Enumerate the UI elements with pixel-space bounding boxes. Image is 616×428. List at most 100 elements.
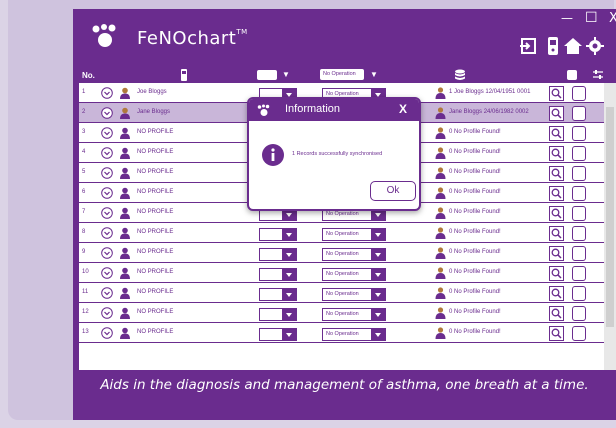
search-icon[interactable]	[549, 146, 564, 161]
row-checkbox[interactable]	[572, 126, 586, 141]
device-icon[interactable]	[543, 36, 563, 56]
exit-icon[interactable]	[519, 36, 539, 56]
operation-filter-dropdown[interactable]: No Operation	[320, 69, 364, 80]
patient-name: NO PROFILE	[137, 249, 174, 255]
operation-dropdown[interactable]: No Operation	[322, 248, 386, 261]
maximize-button[interactable]: ☐	[585, 10, 598, 26]
chevron-down-icon[interactable]	[101, 187, 113, 199]
person-icon	[120, 287, 130, 299]
minimize-button[interactable]: —	[561, 11, 573, 25]
ok-button[interactable]: Ok	[370, 181, 416, 201]
person-icon	[120, 147, 130, 159]
profile-dropdown[interactable]	[259, 268, 297, 281]
person-icon	[120, 247, 130, 259]
dialog-message: 1 Records successfully synchronised	[292, 151, 383, 157]
chevron-down-icon[interactable]	[101, 207, 113, 219]
search-icon[interactable]	[549, 86, 564, 101]
table-row[interactable]: 12 NO PROFILE No Operation 0 No Profile Fou…	[79, 303, 604, 323]
logo-icon	[257, 104, 270, 116]
chevron-down-icon[interactable]: ▼	[282, 70, 290, 79]
select-all-checkbox[interactable]	[567, 70, 577, 80]
person-icon	[120, 107, 130, 119]
search-icon[interactable]	[549, 226, 564, 241]
profile-icon	[435, 247, 446, 259]
profile-match: 0 No Profile Found!	[449, 189, 501, 195]
operation-dropdown[interactable]: No Operation	[322, 228, 386, 241]
chevron-down-icon[interactable]	[101, 147, 113, 159]
row-number: 5	[82, 169, 86, 175]
close-button[interactable]: X	[609, 11, 616, 26]
operation-label: No Operation	[326, 311, 359, 317]
sliders-icon[interactable]	[592, 69, 604, 81]
search-icon[interactable]	[549, 206, 564, 221]
chevron-down-icon[interactable]	[101, 227, 113, 239]
row-checkbox[interactable]	[572, 86, 586, 101]
app-window: FeNOchartTM — ☐ X No. ▼ No Operation ▼ 1…	[73, 9, 616, 420]
row-checkbox[interactable]	[572, 306, 586, 321]
chevron-down-icon[interactable]	[101, 327, 113, 339]
table-row[interactable]: 9 NO PROFILE No Operation 0 No Profile Foun…	[79, 243, 604, 263]
chevron-down-icon[interactable]	[101, 267, 113, 279]
settings-icon[interactable]	[585, 36, 605, 56]
row-checkbox[interactable]	[572, 186, 586, 201]
profile-dropdown[interactable]	[259, 328, 297, 341]
chevron-down-icon[interactable]: ▼	[370, 70, 378, 79]
profile-filter-dropdown[interactable]	[257, 70, 277, 80]
profile-match: 0 No Profile Found!	[449, 169, 501, 175]
patient-name: NO PROFILE	[137, 329, 174, 335]
table-row[interactable]: 8 NO PROFILE No Operation 0 No Profile Foun…	[79, 223, 604, 243]
table-row[interactable]: 13 NO PROFILE No Operation 0 No Profile Fou…	[79, 323, 604, 343]
database-icon	[455, 69, 465, 80]
logo-icon	[92, 24, 116, 47]
profile-dropdown[interactable]	[259, 248, 297, 261]
profile-dropdown[interactable]	[259, 308, 297, 321]
operation-dropdown[interactable]: No Operation	[322, 308, 386, 321]
row-checkbox[interactable]	[572, 326, 586, 341]
person-icon	[120, 167, 130, 179]
search-icon[interactable]	[549, 246, 564, 261]
operation-label: No Operation	[326, 331, 359, 337]
operation-dropdown[interactable]: No Operation	[322, 328, 386, 341]
row-checkbox[interactable]	[572, 286, 586, 301]
row-number: 10	[82, 269, 89, 275]
person-icon	[120, 327, 130, 339]
operation-label: No Operation	[326, 251, 359, 257]
search-icon[interactable]	[549, 126, 564, 141]
chevron-down-icon[interactable]	[101, 107, 113, 119]
profile-dropdown[interactable]	[259, 288, 297, 301]
row-checkbox[interactable]	[572, 206, 586, 221]
search-icon[interactable]	[549, 306, 564, 321]
operation-dropdown[interactable]: No Operation	[322, 268, 386, 281]
chevron-down-icon[interactable]	[101, 167, 113, 179]
table-scrollbar[interactable]	[604, 83, 616, 370]
search-icon[interactable]	[549, 166, 564, 181]
chevron-down-icon[interactable]	[101, 87, 113, 99]
operation-dropdown[interactable]: No Operation	[322, 288, 386, 301]
search-icon[interactable]	[549, 266, 564, 281]
search-icon[interactable]	[549, 186, 564, 201]
patient-name: NO PROFILE	[137, 129, 174, 135]
row-checkbox[interactable]	[572, 146, 586, 161]
row-number: 8	[82, 229, 86, 235]
chevron-down-icon[interactable]	[101, 247, 113, 259]
row-checkbox[interactable]	[572, 226, 586, 241]
search-icon[interactable]	[549, 326, 564, 341]
patient-name: NO PROFILE	[137, 309, 174, 315]
dialog-close-button[interactable]: X	[399, 102, 407, 116]
chevron-down-icon[interactable]	[101, 287, 113, 299]
row-checkbox[interactable]	[572, 246, 586, 261]
scroll-thumb[interactable]	[606, 107, 614, 327]
row-checkbox[interactable]	[572, 166, 586, 181]
profile-dropdown[interactable]	[259, 228, 297, 241]
table-row[interactable]: 11 NO PROFILE No Operation 0 No Profile Fou…	[79, 283, 604, 303]
table-row[interactable]: 10 NO PROFILE No Operation 0 No Profile Fou…	[79, 263, 604, 283]
chevron-down-icon[interactable]	[101, 127, 113, 139]
operation-label: No Operation	[326, 231, 359, 237]
search-icon[interactable]	[549, 106, 564, 121]
row-checkbox[interactable]	[572, 106, 586, 121]
home-icon[interactable]	[563, 36, 583, 56]
row-checkbox[interactable]	[572, 266, 586, 281]
search-icon[interactable]	[549, 286, 564, 301]
profile-match: 0 No Profile Found!	[449, 249, 501, 255]
chevron-down-icon[interactable]	[101, 307, 113, 319]
